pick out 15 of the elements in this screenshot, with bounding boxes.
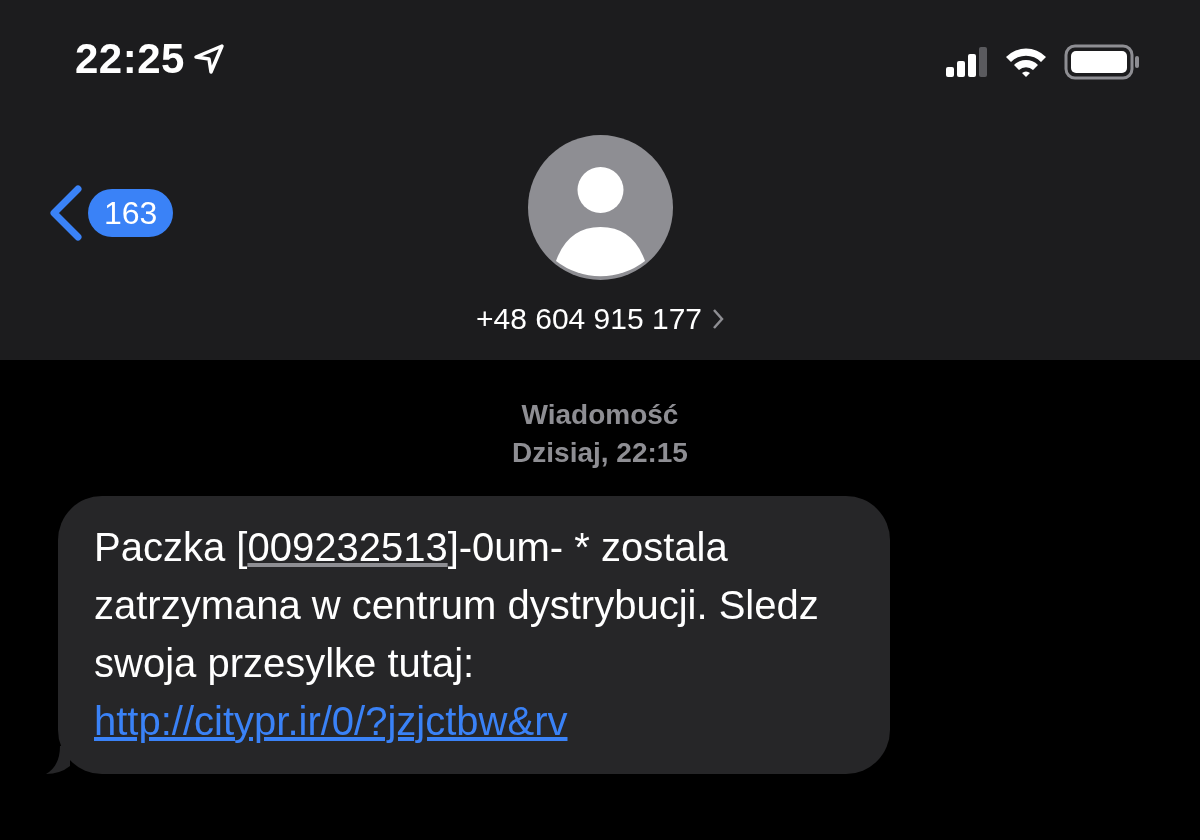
wifi-icon [1004, 46, 1048, 78]
message-timestamp: Dzisiaj, 22:15 [511, 435, 689, 470]
clock-time: 22:25 [75, 38, 185, 80]
chevron-icon [712, 307, 725, 330]
tracking-number-link[interactable]: 009232513 [247, 524, 448, 569]
message-link[interactable]: http://citypr.ir/0/?jzjctbw&rv [94, 698, 568, 743]
location-arrow-icon [192, 43, 225, 75]
contact-button[interactable]: +48 604 915 177 [475, 296, 725, 341]
unread-count-badge: 163 [88, 189, 174, 237]
battery-icon [1064, 44, 1140, 80]
message-label: Wiadomość [520, 398, 680, 432]
signal-icon [946, 47, 988, 77]
avatar-icon[interactable] [527, 135, 673, 280]
back-button[interactable]: 163 [46, 185, 174, 241]
message-text: Paczka [009232513]-0um- * zostala zatrzymana w centrum dystrybucji. Sledz swoja przesylke tutaj: http://citypr.ir/0/?jzjctbw&rv [94, 523, 820, 745]
